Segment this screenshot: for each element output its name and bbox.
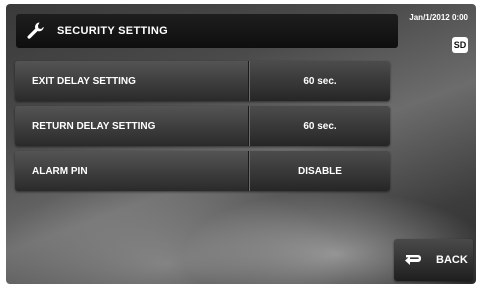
setting-label[interactable]: RETURN DELAY SETTING — [15, 106, 249, 146]
return-arrow-icon — [404, 253, 422, 267]
setting-label[interactable]: EXIT DELAY SETTING — [15, 61, 249, 101]
setting-value[interactable]: 60 sec. — [249, 106, 390, 146]
setting-value[interactable]: DISABLE — [249, 151, 390, 191]
setting-value[interactable]: 60 sec. — [249, 61, 390, 101]
sd-card-icon: SD — [452, 37, 468, 53]
setting-label[interactable]: ALARM PIN — [15, 151, 249, 191]
page-header: SECURITY SETTING — [16, 14, 398, 48]
return-delay-setting-row[interactable]: RETURN DELAY SETTING 60 sec. — [15, 106, 390, 146]
page-title: SECURITY SETTING — [57, 25, 168, 37]
device-screen: SECURITY SETTING Jan/1/2012 0:00 SD EXIT… — [6, 4, 476, 284]
alarm-pin-setting-row[interactable]: ALARM PIN DISABLE — [15, 151, 390, 191]
datetime-display: Jan/1/2012 0:00 — [409, 13, 468, 22]
wrench-icon — [25, 20, 47, 42]
exit-delay-setting-row[interactable]: EXIT DELAY SETTING 60 sec. — [15, 61, 390, 101]
back-button-label: BACK — [436, 254, 468, 266]
back-button[interactable]: BACK — [394, 239, 473, 281]
